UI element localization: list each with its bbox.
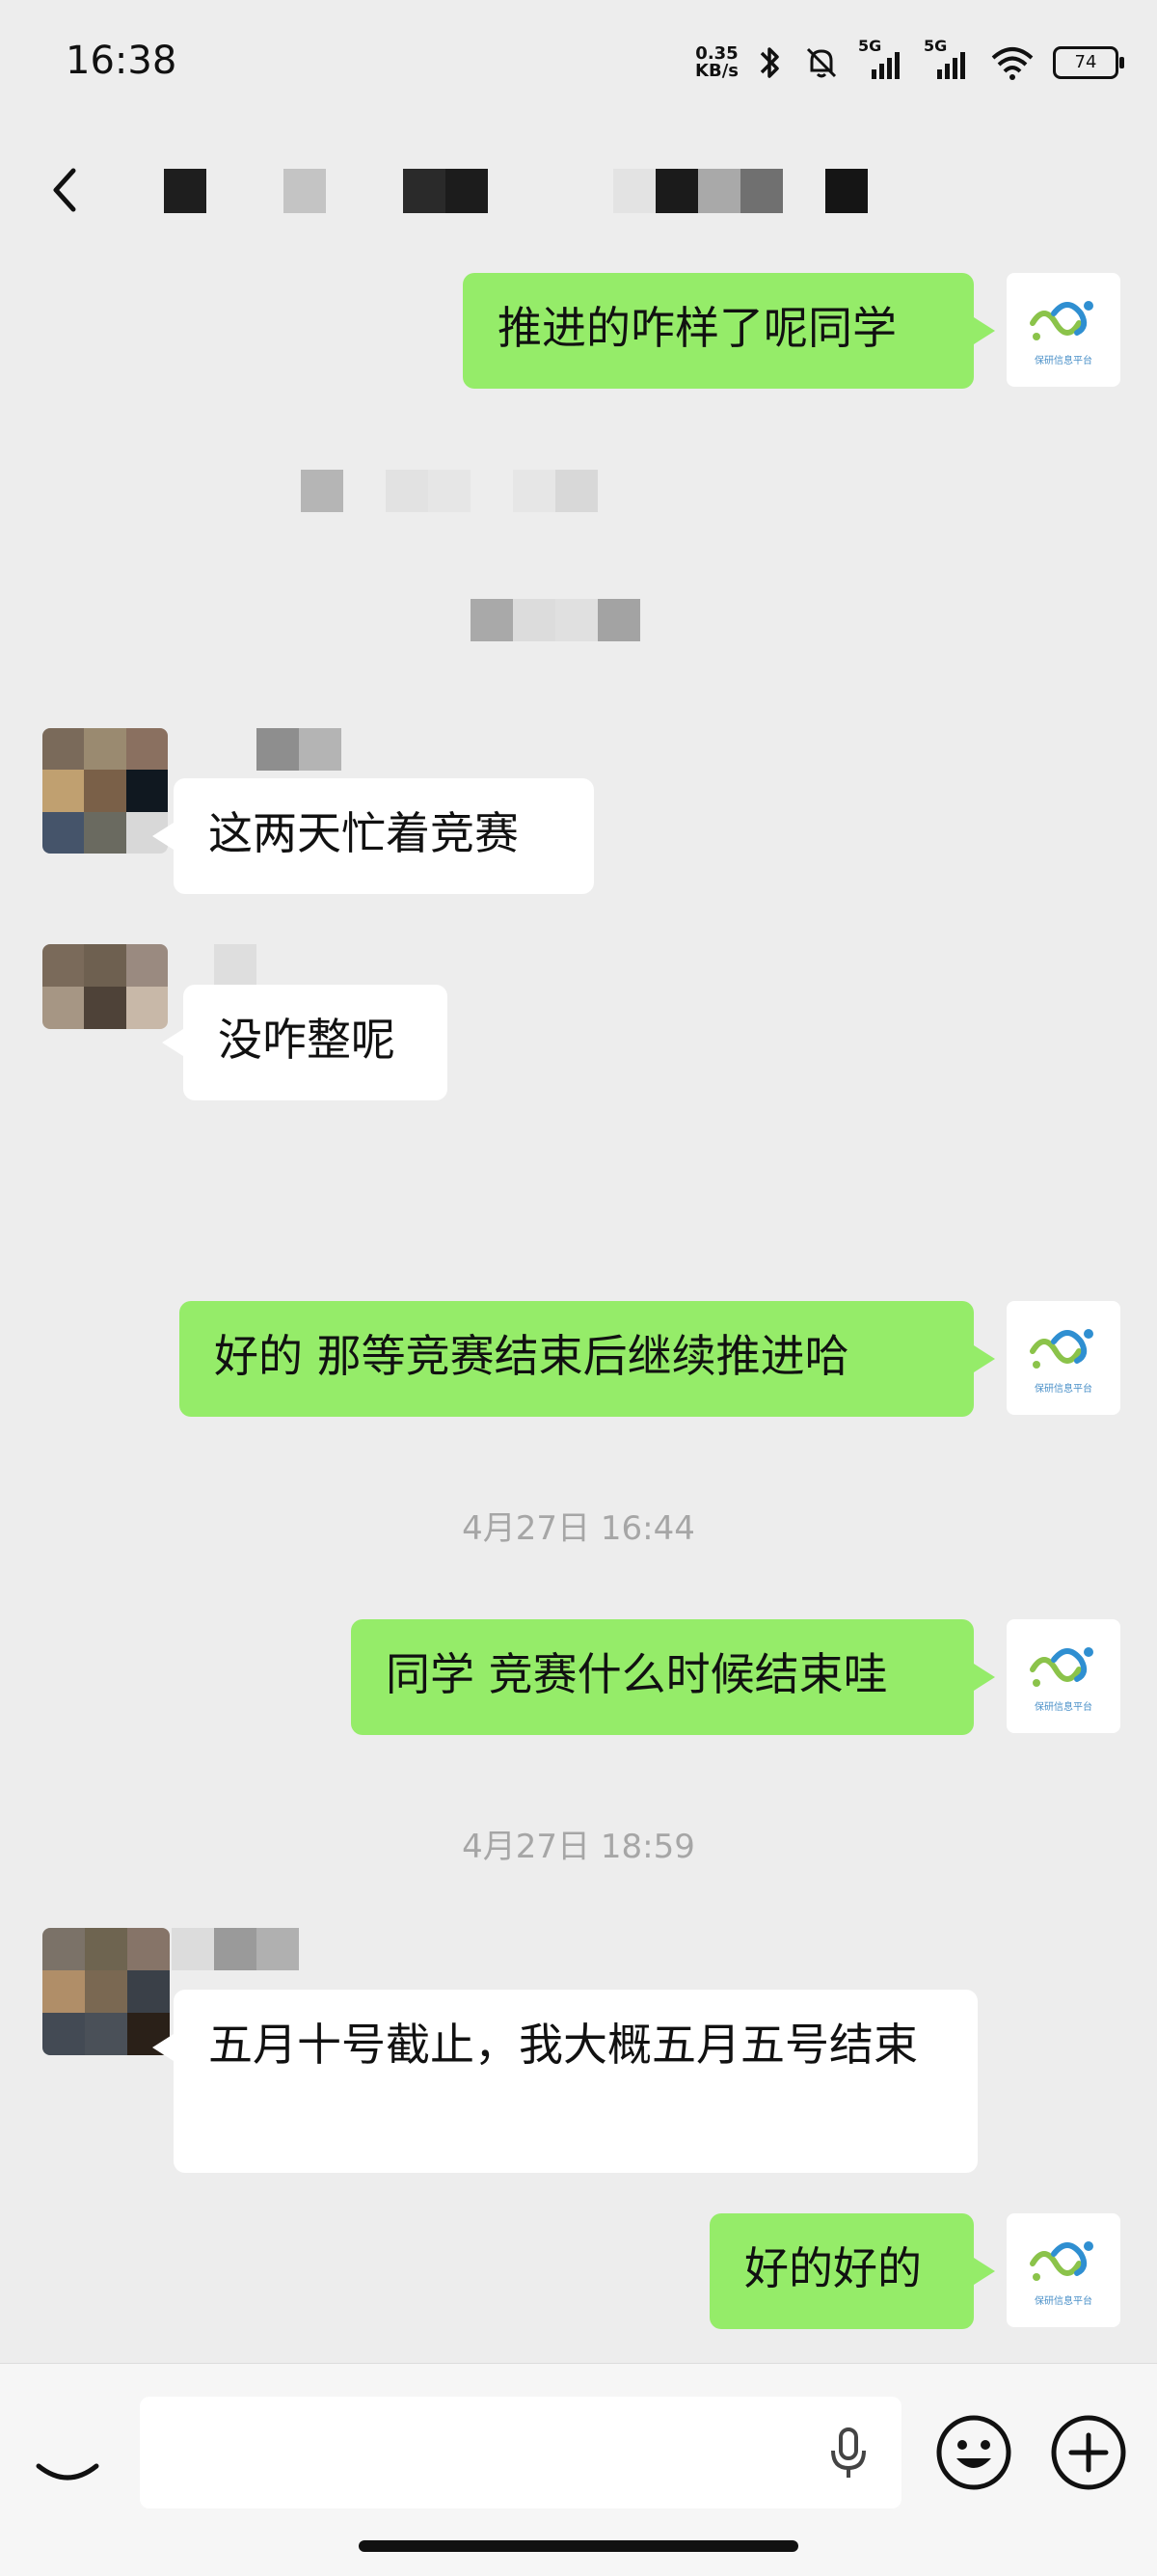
self-avatar[interactable]: 保研信息平台: [1007, 1619, 1120, 1733]
redacted-system-text: [301, 470, 598, 512]
logo-icon: [1030, 1328, 1093, 1369]
self-avatar[interactable]: 保研信息平台: [1007, 273, 1120, 387]
message-bubble-incoming[interactable]: 五月十号截止，我大概五月五号结束: [152, 1990, 978, 2173]
mute-bell-icon: [806, 47, 837, 78]
microphone-icon: [831, 2427, 866, 2478]
home-indicator[interactable]: [359, 2540, 798, 2552]
contact-name-redacted: [256, 728, 341, 771]
message-bubble-outgoing[interactable]: 同学 竞赛什么时候结束哇: [351, 1619, 995, 1735]
cell-signal-2-icon: 5G: [924, 37, 972, 79]
battery-indicator: 74: [1053, 46, 1124, 79]
chat-header: [0, 130, 1157, 246]
logo-icon: [1030, 300, 1093, 340]
chevron-left-icon: [53, 168, 76, 212]
logo-text: 保研信息平台: [1035, 2295, 1092, 2307]
voice-input-button[interactable]: [824, 2424, 873, 2481]
emoji-button[interactable]: [933, 2412, 1014, 2493]
contact-name-redacted: [214, 944, 256, 987]
more-actions-button[interactable]: [1048, 2412, 1129, 2493]
status-icons: 0.35 KB/s 5G 5G 74: [695, 37, 1124, 87]
redacted-system-text: [471, 599, 640, 641]
contact-avatar[interactable]: [42, 728, 168, 854]
logo-text: 保研信息平台: [1035, 1701, 1092, 1713]
contact-avatar[interactable]: [42, 1928, 170, 2055]
voice-icon: [36, 2463, 99, 2481]
chat-title-redacted: [164, 169, 868, 215]
message-bubble-outgoing[interactable]: 好的好的: [710, 2213, 995, 2329]
contact-name-redacted: [172, 1928, 299, 1970]
wifi-icon: [991, 47, 1034, 80]
logo-icon: [1030, 2240, 1093, 2281]
back-button[interactable]: [39, 149, 96, 227]
logo-text: 保研信息平台: [1035, 355, 1092, 366]
message-bubble-incoming[interactable]: 这两天忙着竞赛: [152, 778, 594, 894]
voice-toggle-button[interactable]: [29, 2422, 106, 2499]
cell-signal-1-icon: 5G: [858, 37, 906, 79]
status-time: 16:38: [66, 39, 177, 83]
self-avatar[interactable]: 保研信息平台: [1007, 2213, 1120, 2327]
message-input[interactable]: [140, 2397, 901, 2508]
timestamp: 4月27日 16:44: [462, 1509, 695, 1548]
logo-text: 保研信息平台: [1035, 1383, 1092, 1395]
plus-icon: [1051, 2415, 1126, 2490]
signal-1-label: 5G: [858, 37, 882, 55]
network-speed-unit: KB/s: [695, 61, 739, 81]
self-avatar[interactable]: 保研信息平台: [1007, 1301, 1120, 1415]
network-speed: 0.35 KB/s: [695, 45, 739, 80]
emoji-icon: [936, 2415, 1011, 2490]
message-bubble-incoming[interactable]: 没咋整呢: [162, 985, 447, 1100]
signal-2-label: 5G: [924, 37, 948, 55]
bluetooth-icon: [760, 47, 779, 78]
contact-avatar[interactable]: [42, 944, 168, 1029]
message-bubble-outgoing[interactable]: 推进的咋样了呢同学: [463, 273, 995, 389]
message-bubble-outgoing[interactable]: 好的 那等竞赛结束后继续推进哈: [179, 1301, 995, 1417]
logo-icon: [1030, 1646, 1093, 1687]
timestamp: 4月27日 18:59: [462, 1828, 695, 1866]
status-bar: 16:38 0.35 KB/s 5G 5G 74: [0, 0, 1157, 130]
